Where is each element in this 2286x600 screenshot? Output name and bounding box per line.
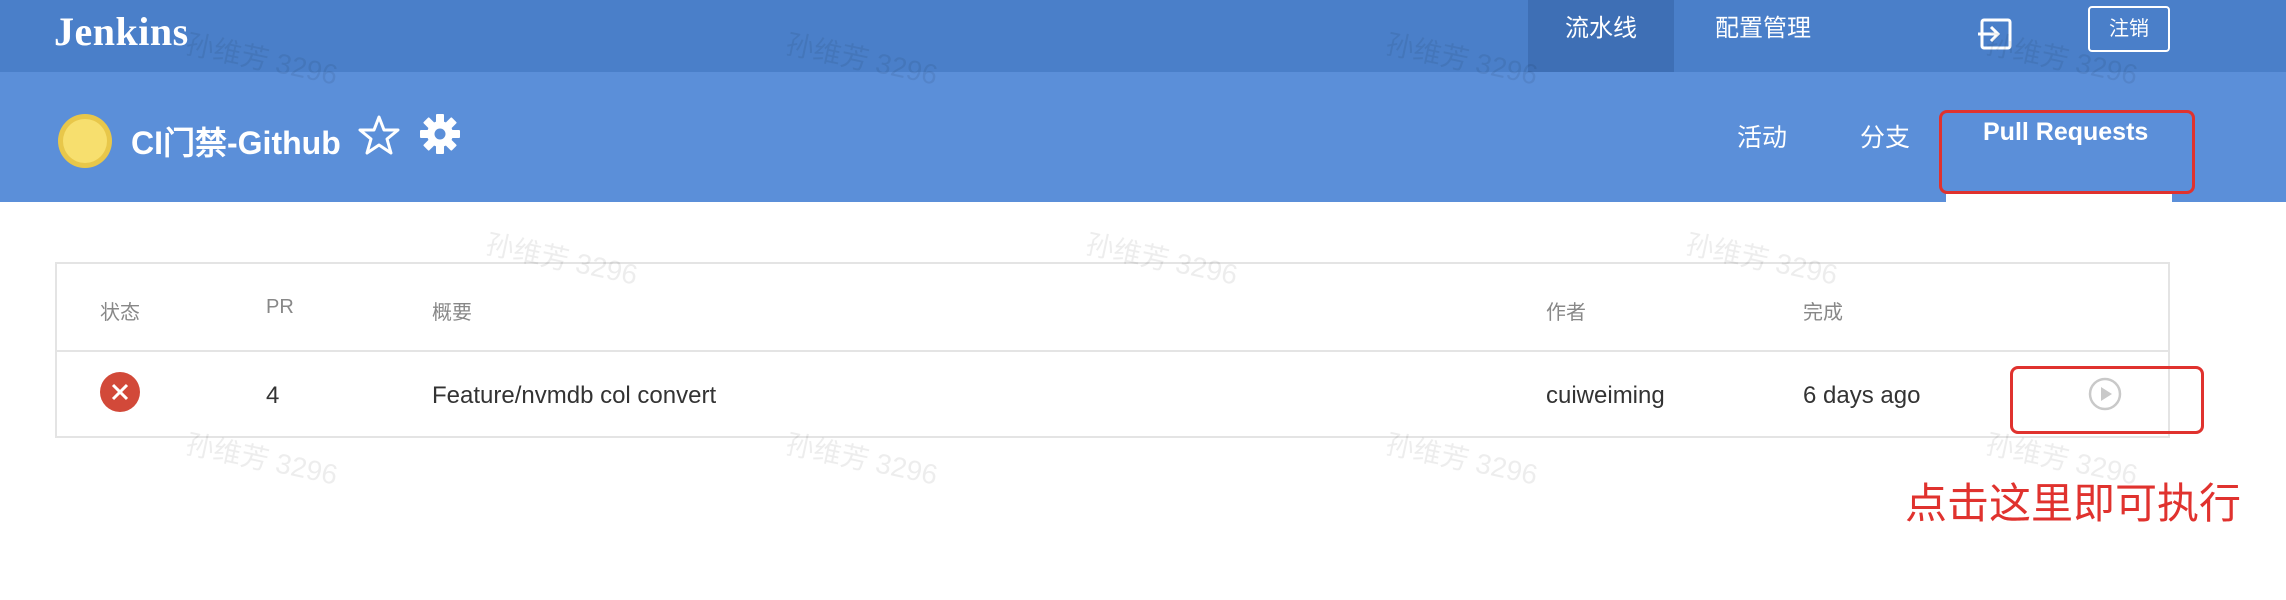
pr-author: cuiweiming — [1546, 382, 1665, 409]
sun-icon — [58, 114, 112, 168]
pr-completed: 6 days ago — [1803, 382, 1921, 409]
annotation-box-pr-tab — [1939, 110, 2195, 194]
table-header: 状态 PR 概要 作者 完成 — [57, 264, 2168, 352]
logout-button[interactable]: 注销 — [2088, 6, 2170, 52]
tab-activity[interactable]: 活动 — [1737, 118, 1787, 154]
pr-table: 状态 PR 概要 作者 完成 4 Feature/nvmdb col conve… — [55, 262, 2170, 438]
pr-number[interactable]: 4 — [266, 382, 279, 410]
col-header-summary: 概要 — [432, 302, 472, 324]
jenkins-logo[interactable]: Jenkins — [54, 8, 189, 55]
nav-config-management[interactable]: 配置管理 — [1690, 0, 1836, 72]
gear-icon[interactable] — [418, 112, 462, 156]
annotation-hint: 点击这里即可执行 — [1905, 480, 2242, 527]
failed-status-icon — [100, 372, 140, 412]
active-tab-indicator — [1946, 194, 2172, 202]
pipeline-title: CI门禁-Github — [131, 125, 341, 161]
star-icon[interactable] — [358, 114, 400, 156]
col-header-author: 作者 — [1546, 302, 1586, 324]
annotation-box-run — [2010, 366, 2204, 434]
col-header-completed: 完成 — [1803, 302, 1843, 324]
logout-icon[interactable] — [1976, 14, 2016, 54]
col-header-pr: PR — [266, 296, 294, 318]
nav-pipelines[interactable]: 流水线 — [1528, 0, 1674, 72]
pr-summary[interactable]: Feature/nvmdb col convert — [432, 382, 716, 410]
col-header-status: 状态 — [100, 302, 140, 324]
top-bar: Jenkins 流水线 配置管理 注销 — [0, 0, 2286, 72]
tab-branches[interactable]: 分支 — [1860, 118, 1910, 154]
